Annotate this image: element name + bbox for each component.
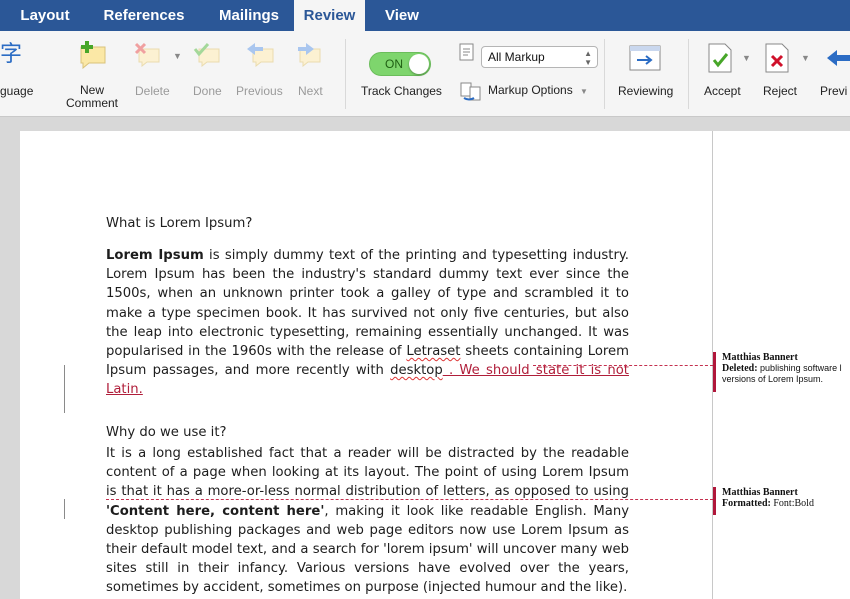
new-comment-icon[interactable]: [77, 39, 111, 74]
track-changes-toggle[interactable]: ON: [369, 52, 431, 76]
done-comment-icon: [193, 41, 223, 72]
paragraph-text: It is a long established fact that a rea…: [106, 446, 629, 500]
balloon-author: Matthias Bannert: [722, 352, 798, 363]
ribbon-separator: [345, 39, 346, 109]
accept-change-button[interactable]: Accept: [704, 85, 741, 98]
delete-dropdown-icon[interactable]: ▼: [173, 51, 182, 61]
tab-review[interactable]: Review: [294, 0, 365, 31]
ribbon-separator: [688, 39, 689, 109]
tab-references[interactable]: References: [92, 0, 196, 31]
markup-view-value: All Markup: [488, 50, 545, 64]
previous-comment-icon: [245, 41, 275, 72]
heading-why-do-we-use-it: Why do we use it?: [106, 425, 227, 440]
ribbon-separator: [604, 39, 605, 109]
reject-change-icon: [765, 43, 791, 78]
spelling-error-letraset: Letraset: [406, 344, 461, 360]
previous-comment-button[interactable]: Previous: [236, 85, 283, 98]
balloon-text: publishing software l: [757, 363, 842, 373]
heading-what-is-lorem-ipsum: What is Lorem Ipsum?: [106, 216, 253, 231]
select-arrows-icon: ▲ ▼: [584, 49, 592, 67]
markup-options-label: Markup Options: [488, 83, 573, 97]
balloon-text-line2: versions of Lorem Ipsum.: [722, 374, 824, 384]
delete-comment-button[interactable]: Delete: [135, 85, 170, 98]
markup-view-select[interactable]: All Markup ▲ ▼: [481, 46, 598, 68]
reviewing-pane-button[interactable]: Reviewing: [618, 85, 673, 98]
markup-options-icon: [460, 81, 484, 106]
ribbon-tab-bar: Layout References Mailings Review View: [0, 0, 850, 31]
paragraph-text: is simply dummy text of the printing and…: [106, 248, 629, 360]
new-comment-button[interactable]: New Comment: [62, 84, 122, 110]
tab-mailings[interactable]: Mailings: [208, 0, 290, 31]
previous-change-icon: [825, 45, 850, 76]
reject-dropdown-icon[interactable]: ▼: [801, 53, 810, 63]
next-comment-button[interactable]: Next: [298, 85, 323, 98]
reviewing-pane-icon: [629, 45, 663, 76]
toggle-knob: [409, 54, 429, 74]
paragraph-lorem-ipsum[interactable]: Lorem Ipsum is simply dummy text of the …: [106, 246, 629, 400]
next-comment-icon: [294, 41, 324, 72]
balloon-text: Font:Bold: [770, 498, 814, 509]
spelling-error-desktop: desktop: [390, 363, 443, 379]
balloon-action: Deleted:: [722, 363, 758, 374]
bold-lorem-ipsum: Lorem Ipsum: [106, 248, 204, 263]
paragraph-why-use[interactable]: It is a long established fact that a rea…: [106, 444, 629, 598]
new-comment-label-line2: Comment: [65, 96, 118, 110]
balloon-action: Formatted:: [722, 498, 771, 509]
accept-change-icon: [708, 43, 734, 78]
balloon-leader-line: [106, 499, 713, 500]
toggle-on-label: ON: [385, 57, 403, 71]
formatted-bold-text: 'Content here, content here': [106, 503, 325, 519]
language-icon: 字: [0, 39, 22, 74]
balloon-leader-line: [533, 365, 713, 366]
change-bar: [64, 365, 65, 413]
done-comment-button[interactable]: Done: [193, 85, 222, 98]
balloon-author: Matthias Bannert: [722, 487, 798, 498]
revision-balloon-formatted[interactable]: Matthias Bannert Formatted: Font:Bold: [713, 487, 850, 515]
markup-options-dropdown-icon: ▼: [580, 87, 588, 96]
language-button[interactable]: guage: [0, 85, 48, 98]
tab-layout[interactable]: Layout: [12, 0, 78, 31]
delete-comment-icon: [133, 41, 163, 72]
review-ribbon: 字 guage New Comment ▼ Delete Done Previo…: [0, 31, 850, 117]
accept-dropdown-icon[interactable]: ▼: [742, 53, 751, 63]
track-changes-label: Track Changes: [361, 84, 442, 98]
markup-options-button[interactable]: Markup Options ▼: [488, 84, 588, 98]
tab-view[interactable]: View: [377, 0, 427, 31]
previous-change-button[interactable]: Previ: [820, 85, 847, 98]
revision-balloon-deleted[interactable]: Matthias Bannert Deleted: publishing sof…: [713, 352, 850, 392]
reject-change-button[interactable]: Reject: [763, 85, 797, 98]
svg-text:字: 字: [0, 42, 22, 67]
display-for-review-icon: [459, 43, 475, 66]
change-bar: [64, 499, 65, 519]
